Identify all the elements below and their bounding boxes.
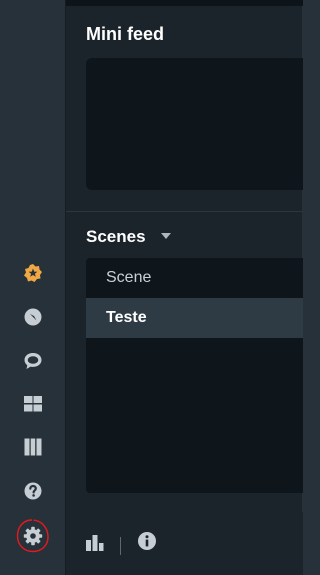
scenes-list: Scene Teste (86, 258, 303, 493)
mini-feed-title: Mini feed (86, 24, 165, 44)
grid-icon[interactable] (23, 394, 43, 414)
star-badge-icon[interactable] (23, 263, 43, 283)
main-panel: Mini feed Scenes Scene Teste (65, 0, 303, 575)
compass-icon[interactable] (23, 307, 43, 327)
columns-icon[interactable] (23, 437, 43, 457)
chevron-down-icon[interactable] (161, 233, 171, 239)
info-icon[interactable] (137, 531, 157, 551)
chat-bubble-icon[interactable] (23, 351, 43, 371)
bar-chart-icon[interactable] (85, 532, 105, 552)
bottom-toolbar (66, 512, 303, 575)
mini-feed-panel (86, 58, 303, 190)
help-icon[interactable] (23, 481, 43, 501)
sidebar (0, 0, 65, 575)
toolbar-separator (120, 537, 121, 555)
top-bar (66, 0, 303, 6)
scenes-title[interactable]: Scenes (86, 227, 146, 247)
scene-item-active[interactable]: Teste (86, 298, 303, 338)
red-annotation-circle (16, 519, 49, 553)
section-divider (66, 211, 303, 212)
scene-item[interactable]: Scene (86, 258, 303, 298)
